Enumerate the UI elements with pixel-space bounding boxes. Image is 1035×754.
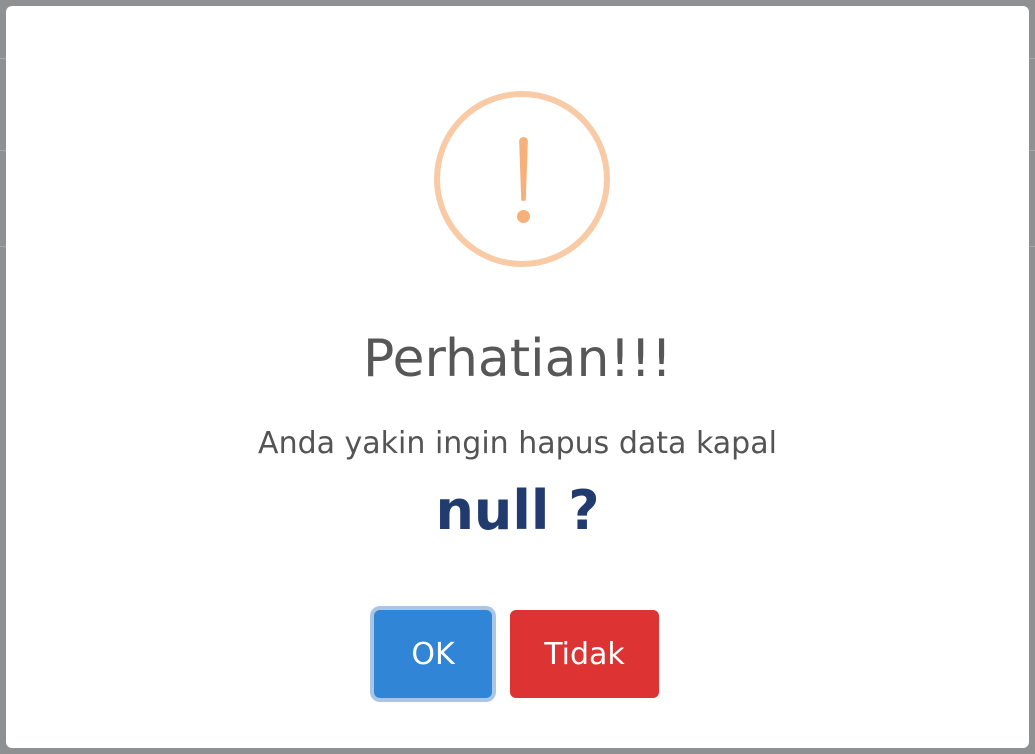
warning-icon (434, 91, 610, 267)
dialog-title: Perhatian!!! (363, 329, 672, 389)
background-divider (1029, 150, 1035, 151)
dialog-item-name: null ? (435, 479, 600, 542)
background-divider (1029, 246, 1035, 247)
exclamation-dot (517, 210, 530, 223)
background-divider (1029, 58, 1035, 59)
cancel-button[interactable]: Tidak (510, 610, 659, 698)
exclamation-bar (519, 137, 528, 201)
ok-button[interactable]: OK (374, 610, 492, 698)
dialog-message: Anda yakin ingin hapus data kapal (258, 426, 777, 461)
confirm-delete-dialog: Perhatian!!! Anda yakin ingin hapus data… (6, 6, 1029, 748)
